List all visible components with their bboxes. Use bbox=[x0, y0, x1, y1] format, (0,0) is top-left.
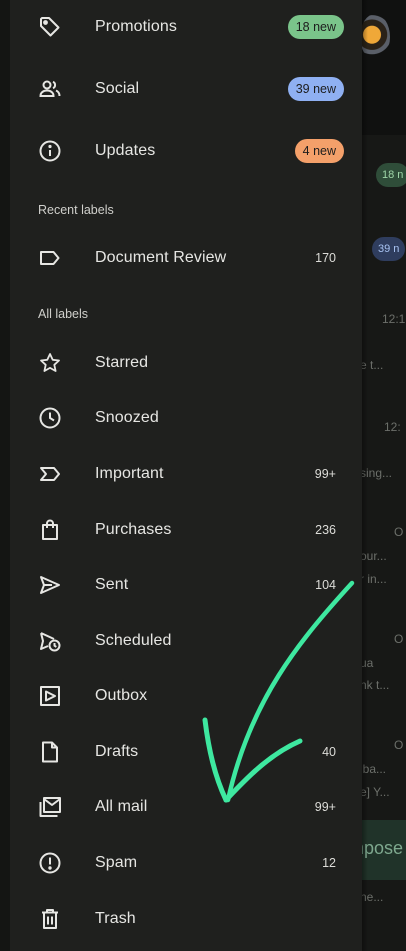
recent-labels-heading: Recent labels bbox=[38, 203, 114, 217]
outbox-icon bbox=[18, 682, 82, 710]
unread-count: 236 bbox=[315, 523, 336, 537]
drawer-item-label: Trash bbox=[95, 910, 136, 927]
new-count-badge: 39 new bbox=[287, 77, 344, 101]
new-count-badge: 4 new bbox=[294, 139, 344, 163]
navigation-drawer: Promotions 18 new Social 39 new Updates … bbox=[0, 0, 362, 951]
drawer-item-promotions[interactable]: Promotions 18 new bbox=[18, 1, 354, 53]
new-count-badge: 18 new bbox=[287, 15, 344, 39]
draft-icon bbox=[18, 738, 82, 766]
info-icon bbox=[18, 137, 82, 165]
drawer-item-label: Important bbox=[95, 465, 164, 482]
bg-time: O bbox=[394, 738, 404, 752]
drawer-item-trash[interactable]: Trash bbox=[18, 893, 354, 945]
star-icon bbox=[18, 349, 82, 377]
drawer-item-outbox[interactable]: Outbox bbox=[18, 670, 354, 722]
drawer-item-label: Social bbox=[95, 80, 140, 97]
drawer-item-social[interactable]: Social 39 new bbox=[18, 63, 354, 115]
drawer-item-label: Document Review bbox=[95, 249, 227, 266]
drawer-item-all-mail[interactable]: All mail 99+ bbox=[18, 781, 354, 833]
drawer-shadow bbox=[362, 0, 368, 951]
bg-time: O bbox=[394, 632, 404, 646]
clock-icon bbox=[18, 404, 82, 432]
drawer-item-updates[interactable]: Updates 4 new bbox=[18, 125, 354, 177]
drawer-item-label: Spam bbox=[95, 854, 138, 871]
scheduled-send-icon bbox=[18, 627, 82, 655]
all-labels-heading: All labels bbox=[38, 307, 89, 321]
drawer-item-label: Purchases bbox=[95, 521, 172, 538]
drawer-item-snoozed[interactable]: Snoozed bbox=[18, 392, 354, 444]
unread-count: 12 bbox=[322, 856, 336, 870]
drawer-item-important[interactable]: Important 99+ bbox=[18, 448, 354, 500]
drawer-item-label: Snoozed bbox=[95, 409, 159, 426]
drawer-item-label: Updates bbox=[95, 142, 156, 159]
bg-promotions-chip: 18 n bbox=[376, 163, 406, 187]
drawer-item-label: Promotions bbox=[95, 18, 177, 35]
drawer-item-starred[interactable]: Starred bbox=[18, 337, 354, 389]
drawer-edge bbox=[0, 0, 10, 951]
drawer-item-document-review[interactable]: Document Review 170 bbox=[18, 232, 354, 284]
drawer-item-spam[interactable]: Spam 12 bbox=[18, 837, 354, 889]
drawer-item-drafts[interactable]: Drafts 40 bbox=[18, 726, 354, 778]
important-icon bbox=[18, 460, 82, 488]
bg-time: 12:1 bbox=[382, 312, 406, 326]
unread-count: 170 bbox=[315, 251, 336, 265]
unread-count: 104 bbox=[315, 578, 336, 592]
drawer-item-sent[interactable]: Sent 104 bbox=[18, 559, 354, 611]
drawer-item-label: Sent bbox=[95, 576, 129, 593]
drawer-item-purchases[interactable]: Purchases 236 bbox=[18, 504, 354, 556]
drawer-item-label: Scheduled bbox=[95, 632, 172, 649]
bg-time: 12: bbox=[384, 420, 401, 434]
bg-social-chip: 39 n bbox=[372, 237, 406, 261]
people-icon bbox=[18, 75, 82, 103]
spam-icon bbox=[18, 849, 82, 877]
unread-count: 99+ bbox=[314, 467, 336, 481]
unread-count: 40 bbox=[322, 745, 336, 759]
drawer-item-label: All mail bbox=[95, 798, 148, 815]
send-icon bbox=[18, 571, 82, 599]
unread-count: 99+ bbox=[314, 800, 336, 814]
drawer-item-label: Starred bbox=[95, 354, 149, 371]
trash-icon bbox=[18, 905, 82, 933]
shopping-bag-icon bbox=[18, 516, 82, 544]
drawer-item-scheduled[interactable]: Scheduled bbox=[18, 615, 354, 667]
drawer-item-label: Outbox bbox=[95, 687, 148, 704]
all-mail-icon bbox=[18, 793, 82, 821]
label-icon bbox=[18, 244, 82, 272]
drawer-item-label: Drafts bbox=[95, 743, 139, 760]
bg-time: O bbox=[394, 525, 404, 539]
tag-icon bbox=[18, 13, 82, 41]
